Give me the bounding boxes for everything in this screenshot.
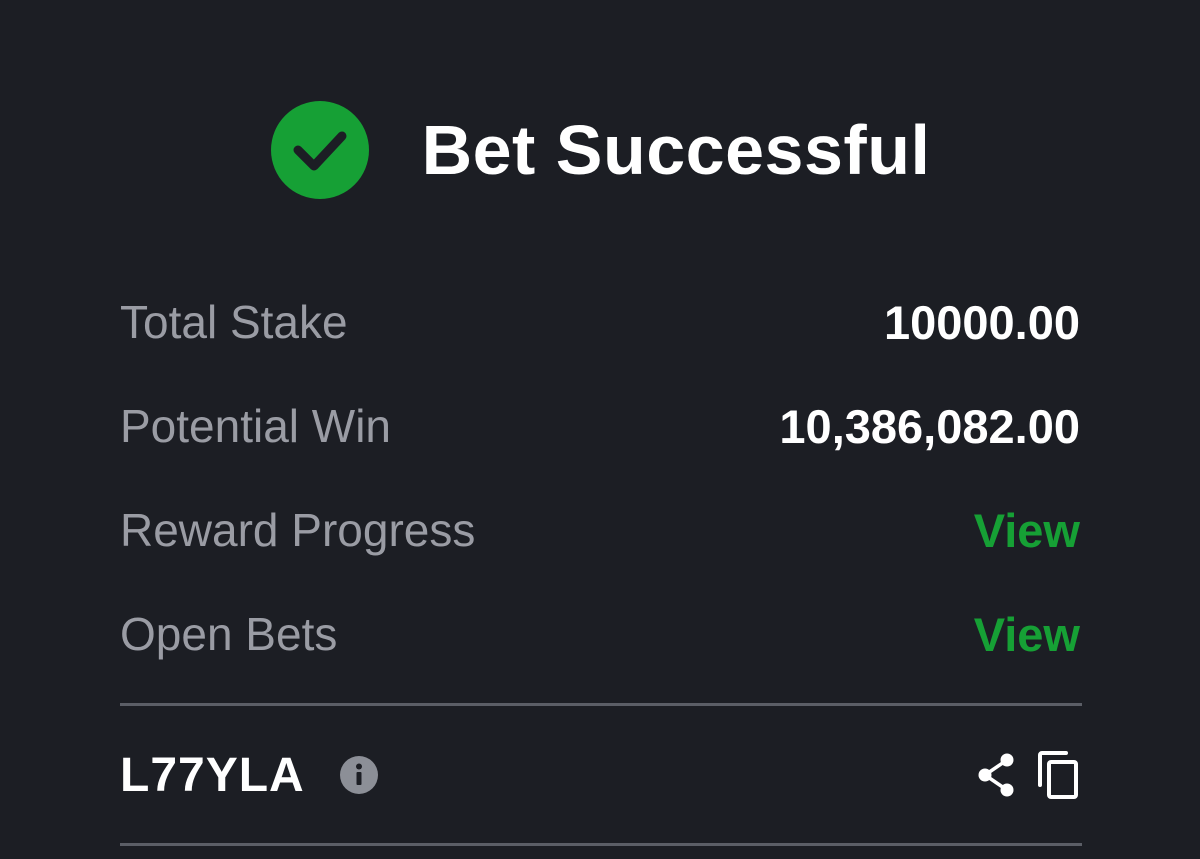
info-icon[interactable] — [339, 755, 379, 795]
bet-summary: Total Stake 10000.00 Potential Win 10,38… — [120, 270, 1080, 686]
total-stake-row: Total Stake 10000.00 — [120, 270, 1080, 374]
potential-win-row: Potential Win 10,386,082.00 — [120, 374, 1080, 478]
open-bets-row: Open Bets View — [120, 582, 1080, 686]
booking-code: L77YLA — [120, 748, 305, 802]
total-stake-label: Total Stake — [120, 296, 348, 348]
reward-progress-view-link[interactable]: View — [974, 503, 1080, 558]
total-stake-value: 10000.00 — [883, 295, 1080, 349]
share-icon[interactable] — [974, 751, 1018, 799]
open-bets-view-link[interactable]: View — [974, 607, 1080, 662]
reward-progress-row: Reward Progress View — [120, 478, 1080, 582]
potential-win-value: 10,386,082.00 — [779, 399, 1080, 453]
potential-win-label: Potential Win — [120, 400, 392, 452]
copy-icon[interactable] — [1036, 750, 1080, 800]
divider — [120, 703, 1082, 706]
bet-success-header: Bet Successful — [0, 100, 1200, 200]
open-bets-label: Open Bets — [120, 608, 338, 660]
page-title: Bet Successful — [421, 111, 931, 189]
divider — [120, 843, 1082, 846]
booking-code-row: L77YLA — [120, 735, 1080, 815]
check-circle-icon — [270, 101, 369, 199]
reward-progress-label: Reward Progress — [120, 504, 476, 556]
booking-actions — [974, 750, 1080, 800]
